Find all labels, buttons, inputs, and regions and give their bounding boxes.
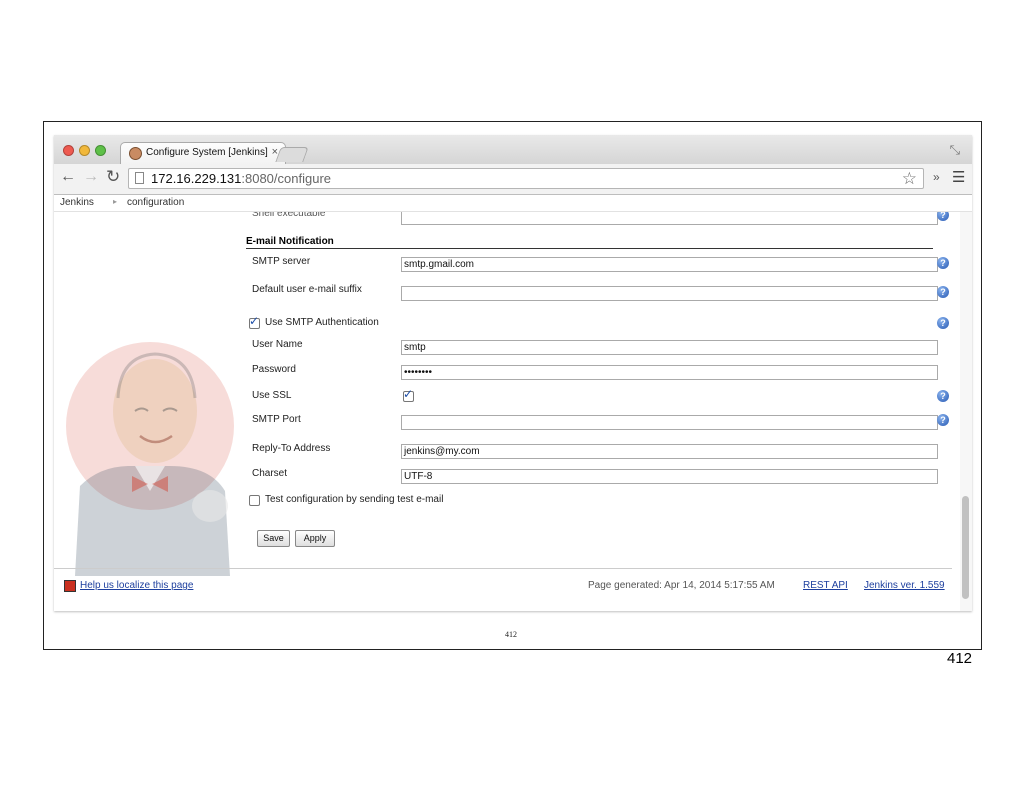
checkmark-icon: ✓ [249,314,260,328]
jenkins-version-link[interactable]: Jenkins ver. 1.559 [864,580,945,591]
star-icon[interactable]: ☆ [902,169,917,189]
help-icon[interactable]: ? [937,390,949,402]
email-suffix-label: Default user e-mail suffix [252,284,362,295]
smtp-port-input[interactable] [401,415,938,430]
minimize-window-button[interactable] [79,145,90,156]
smtp-port-label: SMTP Port [252,414,301,425]
use-ssl-checkbox[interactable]: ✓ [403,387,414,402]
help-icon[interactable]: ? [937,212,949,221]
jenkins-mascot [66,342,234,576]
help-icon[interactable]: ? [937,317,949,329]
title-bar: Configure System [Jenkins] × ⤡ [54,135,972,165]
help-icon[interactable]: ? [937,286,949,298]
breadcrumb: Jenkins ▸ configuration [54,195,972,212]
tab-title: Configure System [Jenkins] [146,147,268,158]
save-button[interactable]: Save [257,530,290,547]
localize-link[interactable]: Help us localize this page [80,580,193,591]
slide-frame: Configure System [Jenkins] × ⤡ ← → ↻ 172… [43,121,982,650]
shell-executable-input[interactable] [401,212,938,225]
forward-arrow-icon[interactable]: → [83,168,99,186]
apply-button[interactable]: Apply [295,530,335,547]
email-suffix-input[interactable] [401,286,938,301]
username-label: User Name [252,339,303,350]
maximize-window-button[interactable] [95,145,106,156]
smtp-auth-label: Use SMTP Authentication [265,317,379,328]
fullscreen-icon[interactable]: ⤡ [950,142,960,158]
url-path: :8080/configure [241,171,331,186]
browser-window: Configure System [Jenkins] × ⤡ ← → ↻ 172… [54,135,972,611]
help-icon[interactable]: ? [937,257,949,269]
jenkins-favicon-icon [129,147,142,160]
breadcrumb-jenkins[interactable]: Jenkins [60,197,94,208]
reply-to-label: Reply-To Address [252,443,331,454]
back-arrow-icon[interactable]: ← [60,168,76,186]
reload-icon[interactable]: ↻ [106,167,120,187]
reply-to-input[interactable]: jenkins@my.com [401,444,938,459]
slide-page-number: 412 [947,650,973,667]
localize-icon [64,580,76,592]
address-bar[interactable]: 172.16.229.131:8080/configure ☆ [128,168,924,189]
username-input[interactable]: smtp [401,340,938,355]
url-host: 172.16.229.131:8080/configure [151,171,331,186]
page-generated-text: Page generated: Apr 14, 2014 5:17:55 AM [588,580,775,591]
tab-configure-system[interactable]: Configure System [Jenkins] × [120,142,286,165]
scrollbar-thumb[interactable] [962,496,969,599]
shell-executable-label: Shell executable [252,212,326,219]
use-ssl-label: Use SSL [252,390,292,401]
smtp-server-label: SMTP server [252,256,311,267]
new-tab-button[interactable] [275,147,309,162]
breadcrumb-separator-icon: ▸ [113,197,118,206]
close-window-button[interactable] [63,145,74,156]
browser-toolbar: ← → ↻ 172.16.229.131:8080/configure ☆ » … [54,164,972,195]
slide-page-number-small: 412 [505,630,517,639]
charset-label: Charset [252,468,288,479]
test-email-checkbox[interactable] [249,495,260,506]
rest-api-link[interactable]: REST API [803,580,848,591]
page-content: Shell executable ? E-mail Notification S… [54,212,972,611]
section-title: E-mail Notification [246,236,334,247]
password-input[interactable]: •••••••• [401,365,938,380]
section-divider [246,248,933,249]
breadcrumb-configuration[interactable]: configuration [127,197,184,208]
charset-input[interactable]: UTF-8 [401,469,938,484]
footer-divider [54,568,952,569]
password-label: Password [252,364,296,375]
page-icon [135,172,144,184]
menu-icon[interactable]: ☰ [952,168,965,186]
smtp-auth-checkbox[interactable]: ✓ [249,314,260,329]
help-icon[interactable]: ? [937,414,949,426]
checkmark-icon: ✓ [403,387,414,401]
smtp-server-input[interactable]: smtp.gmail.com [401,257,938,272]
extensions-button[interactable]: » [933,170,940,184]
test-email-label: Test configuration by sending test e-mai… [265,494,444,505]
